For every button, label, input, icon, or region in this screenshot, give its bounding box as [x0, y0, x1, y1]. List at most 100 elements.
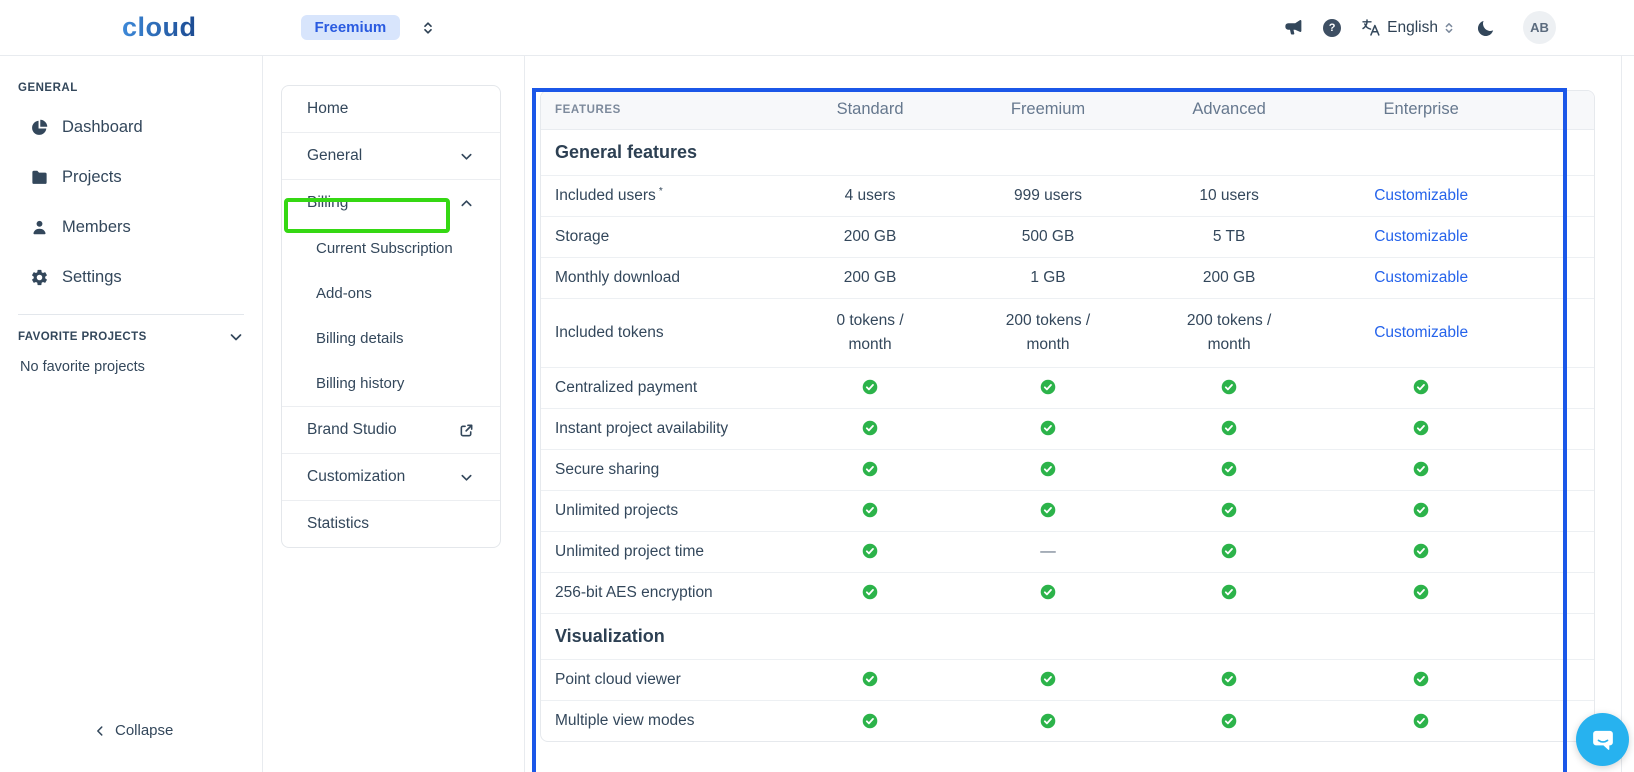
plan-value-cell: 200 tokens /month: [960, 298, 1136, 367]
value-line: 0 tokens /: [780, 309, 960, 333]
feature-name: Unlimited projects: [555, 502, 678, 519]
nav-subitem-billing-history[interactable]: Billing history: [282, 361, 500, 406]
external-link-icon: [459, 423, 474, 438]
plan-value-cell: [1136, 700, 1322, 741]
sidebar-item-projects[interactable]: Projects: [0, 152, 262, 202]
feature-name: Unlimited project time: [555, 543, 704, 560]
feature-name: Included tokens: [555, 324, 664, 341]
check-icon: [1413, 543, 1429, 559]
plan-value-cell: 4 users: [780, 175, 960, 216]
plan-value: 5 TB: [1213, 228, 1245, 245]
nav-item-brand-studio[interactable]: Brand Studio: [282, 407, 500, 453]
nav-subitem-label: Add-ons: [316, 285, 372, 302]
pie-chart-icon: [30, 118, 49, 137]
feature-name-cell: Instant project availability: [541, 408, 780, 449]
check-icon: [1221, 420, 1237, 436]
nav-item-billing[interactable]: Billing: [282, 180, 500, 226]
check-icon: [1221, 543, 1237, 559]
feature-name: Secure sharing: [555, 461, 659, 478]
plan-value-cell: [1322, 367, 1594, 408]
main-content: FEATURES StandardFreemiumAdvancedEnterpr…: [525, 56, 1622, 772]
nav-subitem-current-subscription[interactable]: Current Subscription: [282, 226, 500, 271]
plan-value: 1 GB: [1030, 269, 1065, 286]
nav-item-label: General: [307, 147, 362, 165]
sidebar-item-members[interactable]: Members: [0, 202, 262, 252]
plan-value-cell: 0 tokens /month: [780, 298, 960, 367]
check-icon: [1413, 461, 1429, 477]
value-line: month: [960, 333, 1136, 357]
nav-item-customization[interactable]: Customization: [282, 454, 500, 500]
nav-item-home[interactable]: Home: [282, 86, 500, 132]
plan-value-cell: 200 GB: [780, 216, 960, 257]
plan-value-cell: Customizable: [1322, 175, 1594, 216]
section-title: General features: [541, 129, 1594, 175]
dark-mode-moon-icon[interactable]: [1476, 18, 1496, 38]
collapse-sidebar-button[interactable]: Collapse: [93, 722, 173, 739]
check-icon: [1413, 420, 1429, 436]
check-icon: [1040, 420, 1056, 436]
sidebar-item-dashboard[interactable]: Dashboard: [0, 102, 262, 152]
person-icon: [30, 218, 49, 237]
user-avatar[interactable]: AB: [1523, 11, 1556, 44]
plan-value-cell: [780, 700, 960, 741]
help-icon[interactable]: ?: [1323, 19, 1341, 37]
sidebar-item-settings[interactable]: Settings: [0, 252, 262, 302]
plan-value-cell: [780, 449, 960, 490]
check-icon: [862, 420, 878, 436]
check-icon: [1221, 713, 1237, 729]
table-row: Secure sharing: [541, 449, 1594, 490]
plan-value: 4 users: [845, 187, 896, 204]
plan-value-cell: [960, 572, 1136, 613]
nav-subitem-label: Billing history: [316, 375, 404, 392]
plan-value-cell: [1322, 531, 1594, 572]
favorite-projects-header[interactable]: FAVORITE PROJECTS: [18, 329, 244, 345]
feature-name-cell: Included tokens: [541, 298, 780, 367]
nav-item-label: Billing: [307, 194, 348, 212]
top-bar: cloud Freemium ? English AB: [0, 0, 1634, 56]
nav-item-label: Customization: [307, 468, 405, 486]
check-icon: [1221, 584, 1237, 600]
plan-value-cell: [960, 700, 1136, 741]
plan-value-cell: [1136, 531, 1322, 572]
chevron-down-icon[interactable]: [228, 329, 244, 345]
feature-name-cell: Monthly download: [541, 257, 780, 298]
plan-value-cell: [780, 367, 960, 408]
customizable-link[interactable]: Customizable: [1374, 228, 1468, 245]
topbar-actions: ? English AB: [1283, 11, 1556, 44]
feature-name-cell: Unlimited projects: [541, 490, 780, 531]
nav-subitem-billing-details[interactable]: Billing details: [282, 316, 500, 361]
chevron-up-icon[interactable]: [459, 196, 474, 211]
feature-name: Included users: [555, 187, 656, 204]
nav-item-label: Statistics: [307, 515, 369, 533]
favorites-empty-text: No favorite projects: [20, 359, 262, 375]
customizable-link[interactable]: Customizable: [1374, 269, 1468, 286]
table-row: Monthly download200 GB1 GB200 GBCustomiz…: [541, 257, 1594, 298]
chevron-down-icon[interactable]: [459, 149, 474, 164]
nav-item-statistics[interactable]: Statistics: [282, 501, 500, 547]
customizable-link[interactable]: Customizable: [1374, 324, 1468, 341]
customizable-link[interactable]: Customizable: [1374, 187, 1468, 204]
plan-value-cell: 10 users: [1136, 175, 1322, 216]
plan-value-cell: 200 GB: [1136, 257, 1322, 298]
sidebar-section-label: GENERAL: [18, 82, 262, 94]
translate-icon[interactable]: [1360, 17, 1381, 38]
language-selector[interactable]: English: [1387, 19, 1438, 37]
nav-subitem-add-ons[interactable]: Add-ons: [282, 271, 500, 316]
table-row: Unlimited project time—: [541, 531, 1594, 572]
chevron-down-icon[interactable]: [459, 470, 474, 485]
feature-name-cell: Unlimited project time: [541, 531, 780, 572]
plan-value-cell: [1136, 659, 1322, 700]
chat-launcher-button[interactable]: [1576, 713, 1629, 766]
nav-item-general[interactable]: General: [282, 133, 500, 179]
plan-value-cell: [1322, 449, 1594, 490]
value-line: 200 tokens /: [1136, 309, 1322, 333]
language-updown-icon[interactable]: [1442, 21, 1456, 35]
plan-switcher-updown-icon[interactable]: [420, 20, 436, 36]
megaphone-icon[interactable]: [1283, 18, 1304, 37]
feature-name: Multiple view modes: [555, 712, 695, 729]
check-icon: [1040, 379, 1056, 395]
sidebar-divider: [18, 314, 244, 315]
plan-badge[interactable]: Freemium: [301, 15, 401, 40]
value-line: month: [1136, 333, 1322, 357]
collapse-label: Collapse: [115, 722, 173, 739]
